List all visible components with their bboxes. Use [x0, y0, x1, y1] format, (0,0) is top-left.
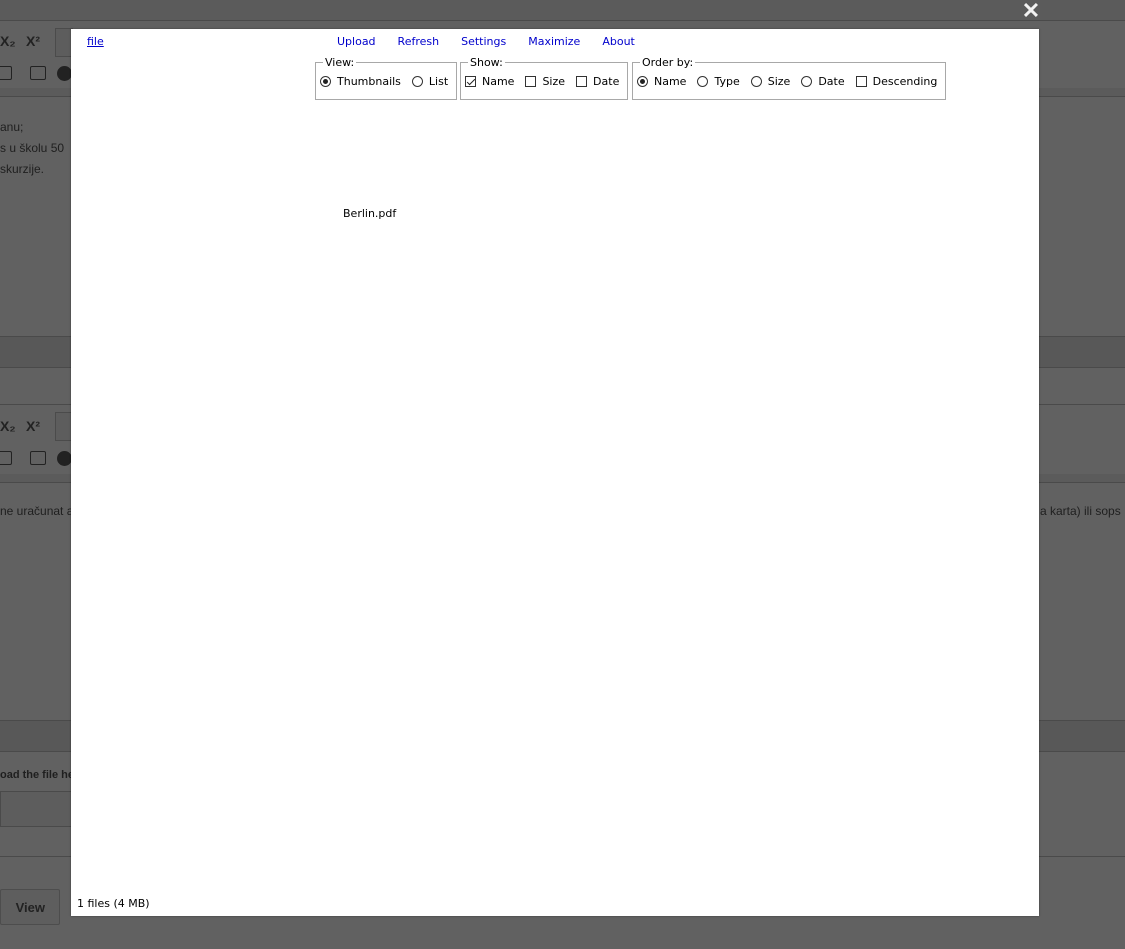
subscript-button[interactable]: X₂ — [0, 33, 16, 49]
order-type-radio[interactable] — [697, 75, 709, 87]
show-legend: Show: — [470, 56, 503, 69]
order-by-group: Order by: Name Type Size Date Descending — [632, 56, 947, 100]
show-name-label: Name — [482, 74, 515, 88]
file-item[interactable]: Berlin.pdf — [343, 207, 396, 220]
order-size-option[interactable]: Size — [750, 74, 791, 88]
show-size-checkbox[interactable] — [525, 75, 537, 87]
order-name-option[interactable]: Name — [637, 75, 686, 88]
upload-link[interactable]: Upload — [337, 35, 376, 48]
status-bar: 1 files (4 MB) — [77, 897, 150, 910]
show-name-checkbox[interactable] — [465, 75, 476, 87]
order-type-option[interactable]: Type — [697, 74, 740, 88]
dialog-menu: Upload Refresh Settings Maximize About — [337, 35, 635, 48]
editor-text-line: a karta) ili sops — [1040, 504, 1121, 518]
top-bar — [0, 0, 1125, 20]
close-icon[interactable]: ✕ — [1019, 0, 1043, 22]
maximize-link[interactable]: Maximize — [528, 35, 580, 48]
image-icon[interactable] — [30, 66, 46, 80]
order-date-label: Date — [818, 74, 845, 88]
editor-text-line: ne uračunat a — [0, 504, 74, 518]
order-by-legend: Order by: — [642, 56, 694, 69]
list-label: List — [428, 74, 449, 88]
show-date-checkbox[interactable] — [576, 75, 588, 87]
show-date-option[interactable]: Date — [576, 75, 619, 88]
view-legend: View: — [325, 56, 355, 69]
flash-icon[interactable] — [57, 66, 72, 81]
refresh-link[interactable]: Refresh — [398, 35, 440, 48]
image-icon[interactable] — [30, 451, 46, 465]
order-size-radio[interactable] — [750, 75, 762, 87]
order-name-label: Name — [654, 74, 687, 88]
editor-text-line: skurzije. — [0, 162, 45, 176]
about-link[interactable]: About — [602, 35, 635, 48]
subscript-button[interactable]: X₂ — [0, 418, 16, 434]
table-icon[interactable] — [0, 66, 12, 80]
current-folder-link[interactable]: file — [87, 35, 104, 48]
thumbnails-radio[interactable] — [320, 75, 331, 87]
show-date-label: Date — [593, 74, 620, 88]
show-size-label: Size — [542, 74, 566, 88]
superscript-button[interactable]: X² — [26, 418, 40, 434]
thumbnails-label: Thumbnails — [337, 74, 401, 88]
order-date-option[interactable]: Date — [801, 74, 845, 88]
table-icon[interactable] — [0, 451, 12, 465]
flash-icon[interactable] — [57, 451, 72, 466]
view-button[interactable]: View — [0, 889, 60, 925]
editor-text-line: s u školu 50 — [0, 141, 65, 155]
view-thumbnails-option[interactable]: Thumbnails — [320, 75, 401, 88]
show-group: Show: Name Size Date — [460, 56, 629, 100]
show-name-option[interactable]: Name — [465, 75, 514, 88]
editor-text-line: anu; — [0, 120, 24, 134]
descending-label: Descending — [872, 74, 938, 88]
order-type-label: Type — [714, 74, 740, 88]
settings-link[interactable]: Settings — [461, 35, 506, 48]
file-browser-dialog: file Upload Refresh Settings Maximize Ab… — [71, 29, 1039, 916]
file-path-input[interactable] — [0, 791, 72, 827]
superscript-button[interactable]: X² — [26, 33, 40, 49]
upload-hint: oad the file he — [0, 769, 74, 781]
order-date-radio[interactable] — [801, 75, 813, 87]
list-radio[interactable] — [411, 75, 423, 87]
view-group: View: Thumbnails List — [315, 56, 458, 100]
order-size-label: Size — [767, 74, 791, 88]
show-size-option[interactable]: Size — [525, 75, 565, 88]
order-name-radio[interactable] — [637, 75, 648, 87]
descending-option[interactable]: Descending — [855, 74, 938, 88]
descending-checkbox[interactable] — [855, 75, 867, 87]
view-list-option[interactable]: List — [411, 74, 449, 88]
